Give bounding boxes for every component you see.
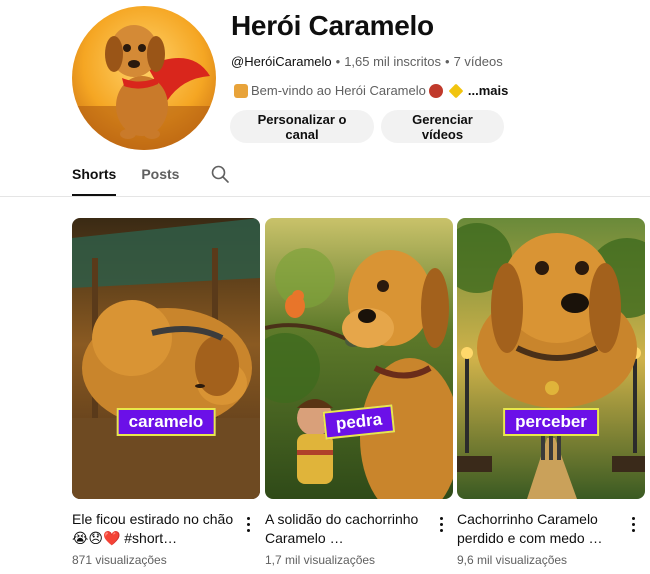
short-views: 871 visualizações <box>72 553 167 567</box>
short-caption: caramelo <box>116 408 216 436</box>
dog-emoji-icon <box>234 83 248 98</box>
sparkles-emoji-icon <box>448 83 464 98</box>
meta-separator: • <box>445 54 450 69</box>
more-vert-icon[interactable] <box>240 514 256 534</box>
short-caption: perceber <box>503 408 599 436</box>
video-count: 7 vídeos <box>453 54 503 69</box>
short-title[interactable]: Ele ficou estirado no chão 😭😞❤️ #short… <box>72 510 234 548</box>
paw-emoji-icon <box>428 83 443 98</box>
channel-description[interactable]: Bem-vindo ao Herói Caramelo ...mais <box>231 83 508 98</box>
more-vert-icon[interactable] <box>433 514 449 534</box>
search-icon[interactable] <box>210 164 230 184</box>
channel-tabs: Shorts Posts <box>72 160 204 196</box>
short-thumbnail[interactable]: pedra <box>265 218 453 499</box>
description-text: Bem-vindo ao Herói Caramelo <box>251 83 426 98</box>
tab-shorts[interactable]: Shorts <box>72 160 117 196</box>
meta-separator: • <box>335 54 341 69</box>
subscriber-count: 1,65 mil inscritos <box>344 54 441 69</box>
customize-channel-button[interactable]: Personalizar o canal <box>230 110 374 143</box>
tab-posts[interactable]: Posts <box>141 160 179 196</box>
tabs-divider <box>0 196 650 197</box>
short-thumbnail[interactable]: caramelo <box>72 218 260 499</box>
manage-videos-button[interactable]: Gerenciar vídeos <box>381 110 504 143</box>
short-card[interactable]: caramelo Ele ficou estirado no chão 😭😞❤️… <box>72 218 260 567</box>
channel-name: Herói Caramelo <box>231 10 434 41</box>
short-views: 1,7 mil visualizações <box>265 553 376 567</box>
channel-handle: @HeróiCaramelo <box>231 54 332 69</box>
short-card[interactable]: perceber Cachorrinho Caramelo perdido e … <box>457 218 645 567</box>
short-views: 9,6 mil visualizações <box>457 553 568 567</box>
more-link[interactable]: ...mais <box>468 83 508 98</box>
short-title[interactable]: A solidão do cachorrinho Caramelo … <box>265 510 427 548</box>
short-title[interactable]: Cachorrinho Caramelo perdido e com medo … <box>457 510 619 548</box>
short-thumbnail[interactable]: perceber <box>457 218 645 499</box>
channel-avatar[interactable] <box>72 6 216 150</box>
channel-meta: @HeróiCaramelo • 1,65 mil inscritos • 7 víde… <box>231 54 503 69</box>
short-card[interactable]: pedra A solidão do cachorrinho Caramelo … <box>265 218 453 567</box>
more-vert-icon[interactable] <box>625 514 641 534</box>
